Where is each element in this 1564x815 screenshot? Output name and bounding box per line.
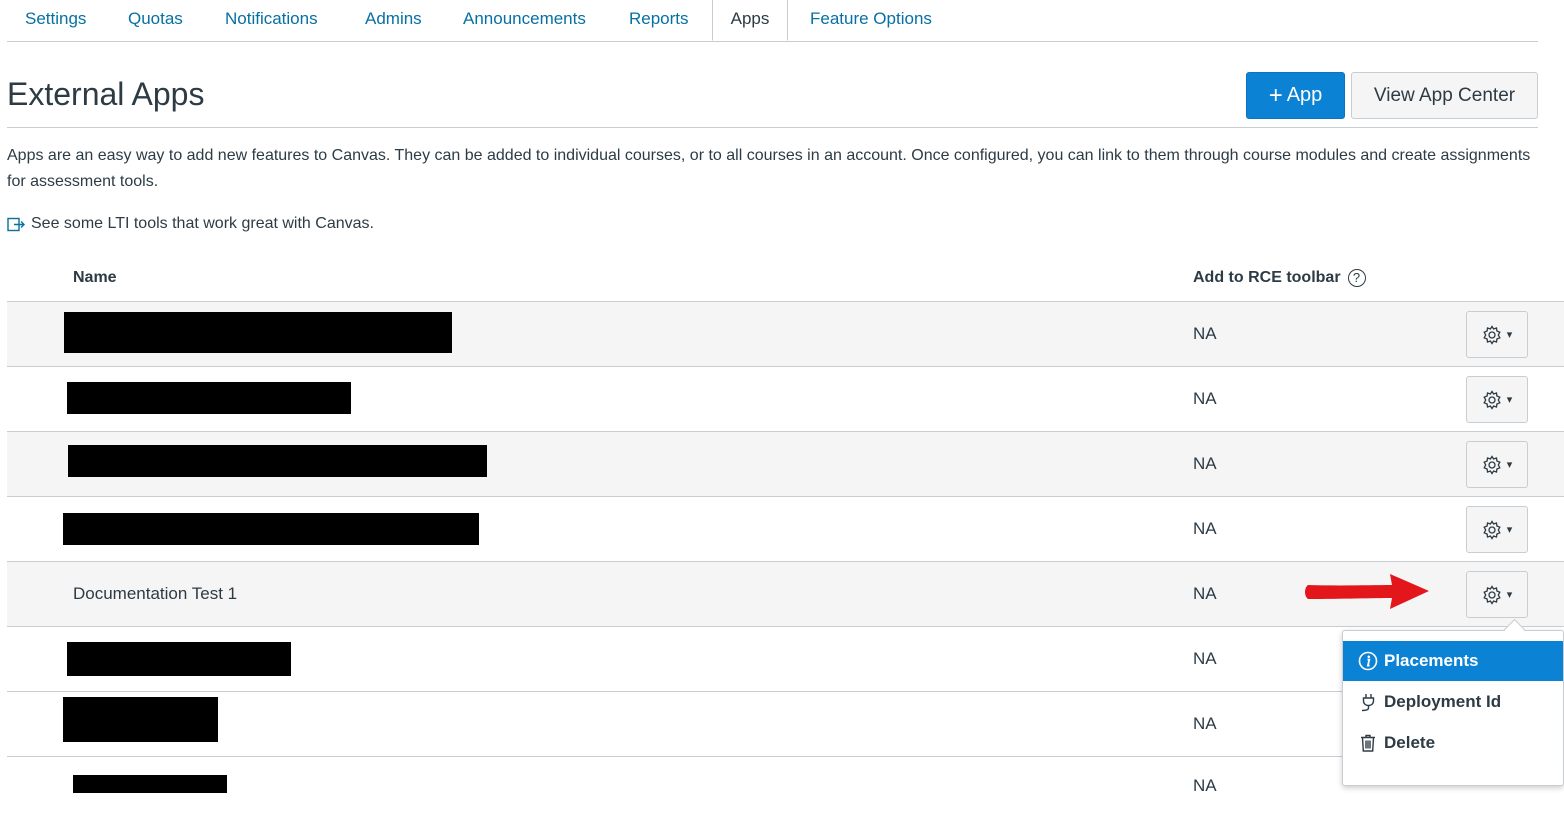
menu-item-deployment-id[interactable]: Deployment Id — [1343, 682, 1563, 722]
lti-link-text: See some LTI tools that work great with … — [31, 215, 374, 232]
lti-tools-link[interactable]: See some LTI tools that work great with … — [7, 212, 374, 236]
app-settings-button[interactable]: ▾ — [1466, 441, 1528, 488]
divider — [7, 127, 1538, 128]
tab-quotas[interactable]: Quotas — [128, 0, 183, 41]
redacted-app-name — [63, 513, 479, 545]
plus-icon: + — [1268, 81, 1283, 109]
add-app-button[interactable]: + App — [1246, 72, 1345, 119]
app-settings-button[interactable]: ▾ — [1466, 571, 1528, 618]
tab-feature-options[interactable]: Feature Options — [810, 0, 932, 41]
rce-value: NA — [1193, 649, 1217, 668]
chevron-down-icon: ▾ — [1506, 589, 1513, 601]
help-icon[interactable]: ? — [1347, 269, 1366, 287]
tab-settings[interactable]: Settings — [25, 0, 86, 41]
column-header-name: Name — [73, 269, 117, 286]
redacted-app-name — [64, 312, 452, 353]
table-row: NA ▾ — [7, 367, 1564, 432]
app-settings-button[interactable]: ▾ — [1466, 506, 1528, 553]
gear-icon — [1483, 454, 1501, 475]
menu-item-label: Placements — [1384, 651, 1479, 670]
chevron-down-icon: ▾ — [1506, 329, 1513, 341]
gear-icon — [1483, 324, 1501, 345]
app-settings-button[interactable]: ▾ — [1466, 311, 1528, 358]
add-app-label: App — [1286, 84, 1323, 106]
redacted-app-name — [67, 642, 291, 676]
chevron-down-icon: ▾ — [1506, 459, 1513, 471]
redacted-app-name — [68, 445, 487, 477]
external-link-icon — [7, 217, 25, 231]
chevron-down-icon: ▾ — [1506, 394, 1513, 406]
app-name: Documentation Test 1 — [73, 584, 238, 603]
redacted-app-name — [73, 775, 227, 793]
app-settings-menu: Placements Deployment Id Delete — [1342, 630, 1564, 786]
rce-value: NA — [1193, 776, 1217, 795]
tab-reports[interactable]: Reports — [629, 0, 689, 41]
table-row: NA ▾ — [7, 497, 1564, 562]
rce-value: NA — [1193, 584, 1217, 603]
table-row: NA ▾ — [7, 302, 1564, 367]
tab-notifications[interactable]: Notifications — [225, 0, 318, 41]
rce-value: NA — [1193, 324, 1217, 343]
info-icon — [1358, 651, 1378, 671]
page-title: External Apps — [7, 76, 205, 112]
column-header-rce: Add to RCE toolbar ? — [1193, 266, 1366, 290]
rce-value: NA — [1193, 714, 1217, 733]
chevron-down-icon: ▾ — [1506, 524, 1513, 536]
redacted-app-name — [63, 697, 218, 742]
view-app-center-button[interactable]: View App Center — [1351, 72, 1538, 119]
gear-icon — [1483, 584, 1501, 605]
rce-value: NA — [1193, 519, 1217, 538]
rce-value: NA — [1193, 454, 1217, 473]
column-header-rce-label: Add to RCE toolbar — [1193, 269, 1341, 286]
table-row: NA — [7, 757, 1564, 795]
table-row: NA ▾ — [7, 432, 1564, 497]
menu-item-delete[interactable]: Delete — [1343, 723, 1563, 763]
rce-value: NA — [1193, 389, 1217, 408]
apps-description: Apps are an easy way to add new features… — [7, 147, 1531, 190]
trash-icon — [1361, 734, 1375, 752]
menu-item-label: Delete — [1384, 733, 1436, 752]
app-settings-button[interactable]: ▾ — [1466, 376, 1528, 423]
tab-announcements[interactable]: Announcements — [463, 0, 586, 41]
plug-icon — [1361, 694, 1375, 712]
menu-item-placements[interactable]: Placements — [1343, 641, 1563, 681]
menu-item-label: Deployment Id — [1384, 692, 1502, 711]
tab-apps[interactable]: Apps — [712, 0, 788, 41]
table-row: NA — [7, 692, 1564, 757]
gear-icon — [1483, 519, 1501, 540]
gear-icon — [1483, 389, 1501, 410]
redacted-app-name — [67, 382, 351, 414]
table-row: NA — [7, 627, 1564, 692]
tab-admins[interactable]: Admins — [365, 0, 422, 41]
account-tabs: Settings Quotas Notifications Admins Ann… — [7, 0, 1538, 42]
annotation-arrow-icon — [1305, 574, 1429, 609]
